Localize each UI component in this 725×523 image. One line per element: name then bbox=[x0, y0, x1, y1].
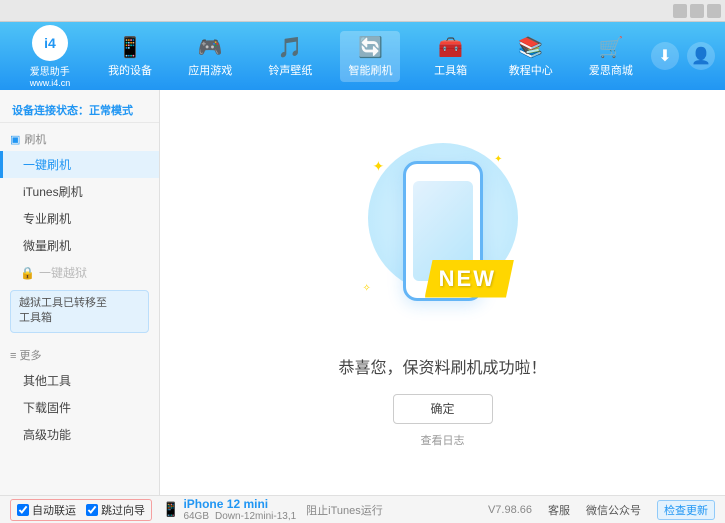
nav-toolbox[interactable]: 🧰 工具箱 bbox=[421, 31, 481, 82]
more-icon: ≡ bbox=[10, 350, 16, 362]
sidebar-item-pro-flash[interactable]: 专业刷机 bbox=[0, 205, 159, 232]
sparkle-1: ✦ bbox=[373, 158, 385, 175]
shop-label: 爱思商城 bbox=[589, 62, 633, 78]
user-button[interactable]: 👤 bbox=[687, 42, 715, 70]
sidebar-item-itunes-flash[interactable]: iTunes刷机 bbox=[0, 178, 159, 205]
apps-games-icon: 🎮 bbox=[198, 35, 223, 60]
via-wizard-input[interactable] bbox=[86, 504, 98, 516]
auto-connect-checkbox[interactable]: 自动联运 bbox=[17, 502, 76, 518]
main-layout: 设备连接状态：正常模式 ▣ 刷机 一键刷机 iTunes刷机 专业刷机 微量刷机… bbox=[0, 90, 725, 495]
device-phone-icon: 📱 bbox=[162, 501, 179, 518]
device-name-row: iPhone 12 mini bbox=[183, 497, 296, 511]
shop-icon: 🛒 bbox=[598, 35, 623, 60]
stop-itunes-label: 阻止iTunes运行 bbox=[306, 502, 383, 518]
device-details-row: 64GB Down-12mini-13,1 bbox=[183, 511, 296, 522]
device-storage: 64GB bbox=[183, 511, 209, 522]
sidebar-item-other-tools[interactable]: 其他工具 bbox=[0, 367, 159, 394]
sparkle-3: ✧ bbox=[363, 283, 371, 294]
content-area: NEW ✦ ✦ ✧ 恭喜您，保资料刷机成功啦！ 确定 查看日志 bbox=[160, 90, 725, 495]
sidebar-item-one-click-flash[interactable]: 一键刷机 bbox=[0, 151, 159, 178]
nav-my-device[interactable]: 📱 我的设备 bbox=[100, 31, 160, 82]
wechat-public-link[interactable]: 微信公众号 bbox=[586, 502, 641, 518]
version-label: V7.98.66 bbox=[488, 504, 532, 516]
success-title: 恭喜您，保资料刷机成功啦！ bbox=[338, 354, 546, 378]
smart-flash-label: 智能刷机 bbox=[348, 62, 392, 78]
maximize-button[interactable] bbox=[690, 4, 704, 18]
nav-smart-flash[interactable]: 🔄 智能刷机 bbox=[340, 31, 400, 82]
sidebar: 设备连接状态：正常模式 ▣ 刷机 一键刷机 iTunes刷机 专业刷机 微量刷机… bbox=[0, 90, 160, 495]
tutorials-label: 教程中心 bbox=[509, 62, 553, 78]
close-button[interactable] bbox=[707, 4, 721, 18]
minimize-button[interactable] bbox=[673, 4, 687, 18]
device-model: Down-12mini-13,1 bbox=[215, 511, 296, 522]
sidebar-item-brush-flash[interactable]: 微量刷机 bbox=[0, 232, 159, 259]
nav-apps-games[interactable]: 🎮 应用游戏 bbox=[180, 31, 240, 82]
disabled-jailbreak: 🔒 一键越狱 bbox=[0, 259, 159, 286]
logo-text: 爱思助手 www.i4.cn bbox=[30, 63, 71, 88]
more-section-label: ≡ 更多 bbox=[0, 343, 159, 367]
check-update-button[interactable]: 检查更新 bbox=[657, 500, 715, 520]
new-badge: NEW bbox=[425, 260, 514, 298]
auto-connect-input[interactable] bbox=[17, 504, 29, 516]
lock-icon: 🔒 bbox=[20, 266, 35, 280]
ringtones-label: 铃声壁纸 bbox=[268, 62, 312, 78]
success-image: NEW ✦ ✦ ✧ bbox=[343, 138, 543, 338]
device-info: iPhone 12 mini 64GB Down-12mini-13,1 bbox=[183, 497, 296, 522]
nav-items: 📱 我的设备 🎮 应用游戏 🎵 铃声壁纸 🔄 智能刷机 🧰 工具箱 📚 教程中心… bbox=[90, 31, 651, 82]
checkboxes-group: 自动联运 跳过向导 bbox=[10, 499, 152, 521]
bottom-bar: 自动联运 跳过向导 📱 iPhone 12 mini 64GB Down-12m… bbox=[0, 495, 725, 523]
customer-service-link[interactable]: 客服 bbox=[548, 502, 570, 518]
sparkle-2: ✦ bbox=[494, 154, 502, 165]
logo-area: i4 爱思助手 www.i4.cn bbox=[10, 25, 90, 88]
top-nav: i4 爱思助手 www.i4.cn 📱 我的设备 🎮 应用游戏 🎵 铃声壁纸 🔄… bbox=[0, 22, 725, 90]
logo-icon: i4 bbox=[32, 25, 68, 61]
flash-section-icon: ▣ bbox=[10, 133, 20, 146]
smart-flash-icon: 🔄 bbox=[358, 35, 383, 60]
notice-box: 越狱工具已转移至 工具箱 bbox=[10, 290, 149, 333]
toolbox-label: 工具箱 bbox=[434, 62, 467, 78]
connection-status: 设备连接状态：正常模式 bbox=[0, 98, 159, 123]
nav-shop[interactable]: 🛒 爱思商城 bbox=[581, 31, 641, 82]
section-flash-label: ▣ 刷机 bbox=[0, 127, 159, 151]
confirm-button[interactable]: 确定 bbox=[393, 394, 493, 424]
device-name: iPhone 12 mini bbox=[183, 497, 268, 511]
apps-games-label: 应用游戏 bbox=[188, 62, 232, 78]
title-bar bbox=[0, 0, 725, 22]
via-wizard-checkbox[interactable]: 跳过向导 bbox=[86, 502, 145, 518]
toolbox-icon: 🧰 bbox=[438, 35, 463, 60]
my-device-label: 我的设备 bbox=[108, 62, 152, 78]
sidebar-item-download-firmware[interactable]: 下载固件 bbox=[0, 394, 159, 421]
sidebar-item-advanced[interactable]: 高级功能 bbox=[0, 421, 159, 448]
nav-right: ⬇ 👤 bbox=[651, 42, 715, 70]
nav-tutorials[interactable]: 📚 教程中心 bbox=[501, 31, 561, 82]
my-device-icon: 📱 bbox=[118, 35, 143, 60]
ringtones-icon: 🎵 bbox=[278, 35, 303, 60]
nav-ringtones[interactable]: 🎵 铃声壁纸 bbox=[260, 31, 320, 82]
download-button[interactable]: ⬇ bbox=[651, 42, 679, 70]
view-log-link[interactable]: 查看日志 bbox=[421, 432, 465, 448]
tutorials-icon: 📚 bbox=[518, 35, 543, 60]
bottom-right: V7.98.66 客服 微信公众号 检查更新 bbox=[488, 500, 715, 520]
